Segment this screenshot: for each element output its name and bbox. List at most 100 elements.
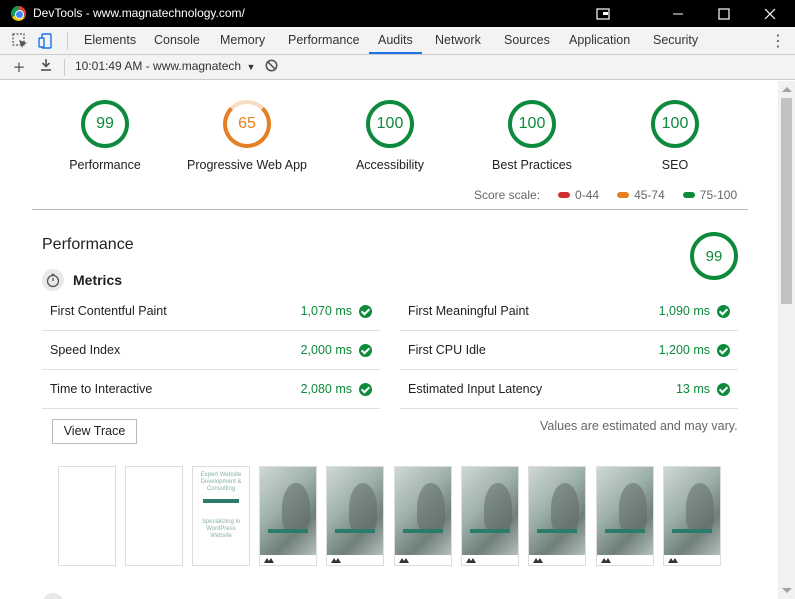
scroll-down-icon[interactable]: [782, 588, 792, 593]
performance-score-gauge: 99: [690, 232, 738, 280]
filmstrip-frame: [528, 466, 586, 566]
more-options-icon[interactable]: ⋮: [770, 31, 786, 51]
metric-label: First Meaningful Paint: [408, 304, 529, 318]
tab-sources[interactable]: Sources: [495, 27, 559, 54]
filmstrip-frame: Expert Website Development & Consulting …: [192, 466, 250, 566]
gauge-label: Accessibility: [355, 158, 425, 172]
gauge-label: Progressive Web App: [187, 158, 307, 172]
frame-footer-logo: [260, 555, 316, 565]
average-dot-icon: [617, 192, 630, 198]
scale-fail: 0-44: [558, 188, 599, 202]
frame-hero-image: [664, 467, 720, 555]
scale-average: 45-74: [617, 188, 665, 202]
minimize-button[interactable]: [655, 0, 701, 27]
frame-cta-bar: [268, 529, 308, 533]
pass-dot-icon: [682, 192, 695, 198]
frame-footer-logo: [597, 555, 653, 565]
metric-label: First Contentful Paint: [50, 304, 167, 318]
gauge-pwa[interactable]: 65 Progressive Web App: [187, 100, 307, 172]
window-titlebar: DevTools - www.magnatechnology.com/: [0, 0, 795, 27]
frame-cta-bar: [403, 529, 443, 533]
devtools-tabbar: Elements Console Memory Performance Audi…: [0, 27, 795, 55]
filmstrip-frame: [394, 466, 452, 566]
metric-row: Time to Interactive 2,080 ms: [42, 370, 380, 409]
dock-icon[interactable]: [580, 0, 626, 27]
tab-elements[interactable]: Elements: [75, 27, 145, 54]
close-button[interactable]: [747, 0, 793, 27]
scroll-up-icon[interactable]: [782, 87, 792, 92]
score-ring: 100: [508, 100, 556, 148]
pass-check-icon: [359, 344, 372, 357]
new-audit-icon[interactable]: +: [10, 58, 28, 76]
toolbar-separator: [64, 59, 65, 76]
scale-range-label: 75-100: [699, 188, 738, 202]
tab-audits[interactable]: Audits: [369, 27, 422, 54]
tab-security[interactable]: Security: [644, 27, 707, 54]
pass-check-icon: [717, 344, 730, 357]
score-scale: Score scale: 0-44 45-74 75-100: [474, 188, 737, 202]
frame-hero-image: [462, 467, 518, 555]
filmstrip-frame: [461, 466, 519, 566]
metric-row: Estimated Input Latency 13 ms: [400, 370, 738, 409]
metric-row: Speed Index 2,000 ms: [42, 331, 380, 370]
next-section-icon: [42, 593, 64, 599]
tab-application[interactable]: Application: [560, 27, 639, 54]
inspect-element-icon[interactable]: [11, 32, 29, 50]
frame-hero-image: [260, 467, 316, 555]
frame-footer-logo: [395, 555, 451, 565]
metric-label: Estimated Input Latency: [408, 382, 543, 396]
metric-label: First CPU Idle: [408, 343, 486, 357]
gauge-performance[interactable]: 99 Performance: [45, 100, 165, 172]
window-title: DevTools - www.magnatechnology.com/: [33, 6, 245, 20]
frame-subheading: Specializing in WordPress Website: [201, 519, 241, 539]
view-trace-button[interactable]: View Trace: [52, 419, 137, 444]
gauge-seo[interactable]: 100 SEO: [615, 100, 735, 172]
audits-toolbar: + 10:01:49 AM - www.magnatech ▼: [0, 55, 795, 80]
tab-performance[interactable]: Performance: [279, 27, 369, 54]
metric-value: 2,080 ms: [300, 382, 352, 396]
scrollbar-thumb[interactable]: [781, 98, 792, 304]
gauge-best-practices[interactable]: 100 Best Practices: [472, 100, 592, 172]
chevron-down-icon: ▼: [246, 62, 256, 72]
lighthouse-report: 99 Performance 65 Progressive Web App 10…: [0, 81, 778, 599]
pass-check-icon: [359, 383, 372, 396]
metric-value: 13 ms: [675, 382, 710, 396]
filmstrip-frame: [125, 466, 183, 566]
metric-row: First Meaningful Paint 1,090 ms: [400, 292, 738, 331]
gauge-label: SEO: [661, 158, 689, 172]
filmstrip-frame: [58, 466, 116, 566]
gauge-label: Best Practices: [492, 158, 572, 172]
frame-cta-bar: [470, 529, 510, 533]
tab-console[interactable]: Console: [145, 27, 209, 54]
score-scale-label: Score scale:: [474, 188, 541, 202]
report-scrollbar[interactable]: [778, 81, 795, 599]
pass-check-icon: [717, 383, 730, 396]
download-report-icon[interactable]: [37, 58, 55, 76]
filmstrip-frame: [663, 466, 721, 566]
score-ring: 65: [223, 100, 271, 148]
metrics-title: Metrics: [73, 272, 123, 288]
frame-footer-logo: [327, 555, 383, 565]
section-divider: [32, 209, 748, 210]
metric-value: 1,200 ms: [658, 343, 710, 357]
score-ring: 99: [81, 100, 129, 148]
gauge-accessibility[interactable]: 100 Accessibility: [330, 100, 450, 172]
pass-check-icon: [359, 305, 372, 318]
device-toolbar-icon[interactable]: [37, 32, 55, 50]
frame-footer-logo: [462, 555, 518, 565]
tab-memory[interactable]: Memory: [211, 27, 274, 54]
frame-cta-bar: [203, 499, 239, 503]
metric-value: 1,070 ms: [300, 304, 352, 318]
report-selector[interactable]: 10:01:49 AM - www.magnatech ▼: [75, 59, 255, 73]
metric-row: First Contentful Paint 1,070 ms: [42, 292, 380, 331]
clear-all-icon[interactable]: [262, 58, 280, 76]
frame-hero-image: [529, 467, 585, 555]
chrome-logo-icon: [11, 6, 26, 21]
score-ring: 100: [366, 100, 414, 148]
metrics-header: Metrics: [42, 269, 122, 291]
maximize-button[interactable]: [701, 0, 747, 27]
tab-network[interactable]: Network: [426, 27, 490, 54]
gauge-label: Performance: [69, 158, 141, 172]
metric-value: 1,090 ms: [658, 304, 710, 318]
frame-hero-image: [395, 467, 451, 555]
